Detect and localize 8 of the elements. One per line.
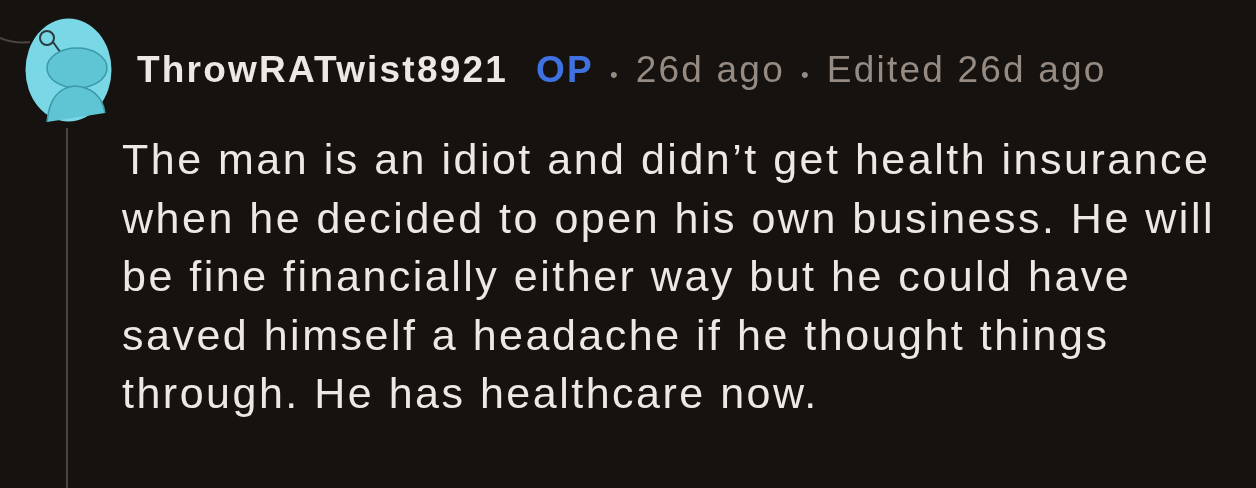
username[interactable]: ThrowRATwist8921 — [137, 49, 508, 91]
comment-age: 26d ago — [635, 49, 785, 91]
op-label: OP — [536, 49, 594, 91]
separator-dot: • — [609, 62, 620, 88]
edited-label: Edited 26d ago — [826, 49, 1107, 91]
avatar-icon[interactable] — [25, 18, 112, 122]
comment-text: The man is an idiot and didn’t get health insurance when he decided to open his own business. He will be fine financially either way but he could have saved himself a headache if he thought things through. He has healthcare now. — [122, 134, 1215, 419]
separator-dot: • — [800, 62, 811, 88]
